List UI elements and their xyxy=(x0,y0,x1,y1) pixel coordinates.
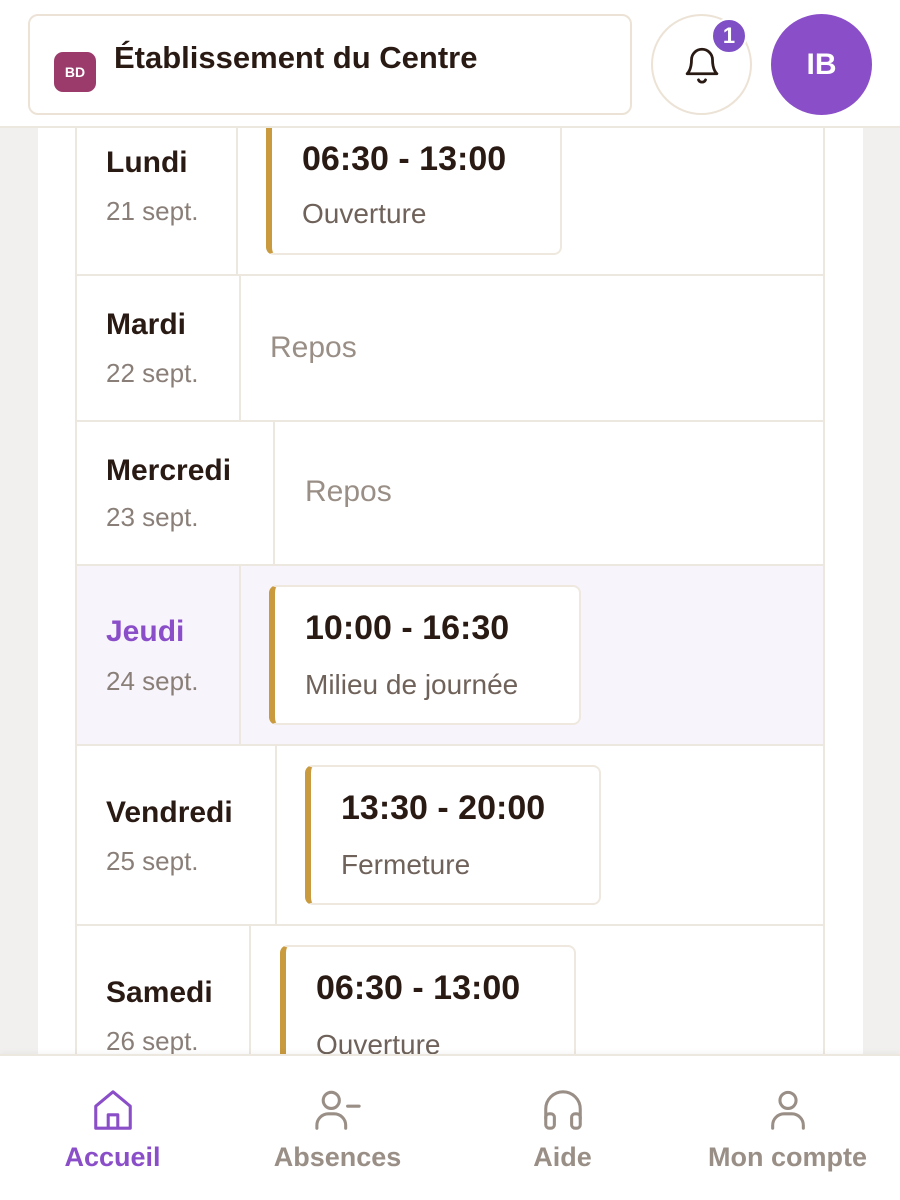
day-column: Vendredi 25 sept. xyxy=(77,746,277,924)
shift-label: Milieu de journée xyxy=(305,669,519,700)
shift-card[interactable]: 13:30 - 20:00 Fermeture xyxy=(305,765,601,905)
day-date: 25 sept. xyxy=(106,846,199,876)
week-schedule: Lundi 21 sept. 06:30 - 13:00 Ouverture M… xyxy=(75,128,825,1054)
home-icon xyxy=(93,1090,132,1130)
bottom-nav: Accueil Absences Aide Mon compte xyxy=(0,1054,900,1200)
avatar[interactable]: IB xyxy=(771,14,872,115)
day-row: Samedi 26 sept. 06:30 - 13:00 Ouverture xyxy=(77,926,823,1054)
establishment-selector[interactable]: BD Établissement du Centre xyxy=(28,14,632,115)
shift-label: Fermeture xyxy=(341,849,471,880)
day-row-today: Jeudi 24 sept. 10:00 - 16:30 Milieu de j… xyxy=(77,566,823,746)
day-name: Jeudi xyxy=(106,615,185,648)
day-name: Vendredi xyxy=(106,796,233,829)
shift-label: Ouverture xyxy=(302,198,427,229)
nav-item-absences[interactable]: Absences xyxy=(225,1056,450,1200)
nav-item-mon-compte[interactable]: Mon compte xyxy=(675,1056,900,1200)
nav-label: Accueil xyxy=(64,1142,161,1172)
day-row: Mardi 22 sept. Repos xyxy=(77,276,823,422)
org-badge: BD xyxy=(54,52,96,92)
shift-time: 06:30 - 13:00 xyxy=(316,969,521,1007)
shift-time: 10:00 - 16:30 xyxy=(305,609,510,647)
nav-item-accueil[interactable]: Accueil xyxy=(0,1056,225,1200)
rest-day-label: Repos xyxy=(270,331,357,364)
day-date: 21 sept. xyxy=(106,196,199,226)
shift-card[interactable]: 06:30 - 13:00 Ouverture xyxy=(280,945,576,1054)
day-column: Mercredi 23 sept. xyxy=(77,422,275,564)
day-row: Lundi 21 sept. 06:30 - 13:00 Ouverture xyxy=(77,128,823,276)
day-row: Mercredi 23 sept. Repos xyxy=(77,422,823,566)
day-date: 22 sept. xyxy=(106,358,199,388)
user-minus-icon xyxy=(314,1090,361,1130)
day-name: Mercredi xyxy=(106,454,232,487)
day-row: Vendredi 25 sept. 13:30 - 20:00 Fermetur… xyxy=(77,746,823,926)
headphones-icon xyxy=(543,1090,582,1130)
day-date: 23 sept. xyxy=(106,502,199,532)
day-date: 24 sept. xyxy=(106,666,199,696)
shift-card[interactable]: 06:30 - 13:00 Ouverture xyxy=(266,128,562,255)
nav-label: Absences xyxy=(273,1142,402,1172)
day-name: Lundi xyxy=(106,146,188,179)
shift-time: 06:30 - 13:00 xyxy=(302,140,507,178)
notification-count-badge: 1 xyxy=(711,18,747,54)
nav-label: Mon compte xyxy=(708,1142,867,1172)
rest-day-label: Repos xyxy=(305,475,392,508)
day-column: Jeudi 24 sept. xyxy=(77,566,241,744)
user-icon xyxy=(770,1090,805,1130)
day-column: Samedi 26 sept. xyxy=(77,926,251,1054)
shift-card[interactable]: 10:00 - 16:30 Milieu de journée xyxy=(269,585,581,725)
org-name: Établissement du Centre xyxy=(114,40,478,75)
app: BD Établissement du Centre 1 IB Lundi 21… xyxy=(0,0,900,1200)
nav-item-aide[interactable]: Aide xyxy=(450,1056,675,1200)
day-column: Mardi 22 sept. xyxy=(77,276,241,420)
top-bar: BD Établissement du Centre 1 IB xyxy=(0,0,900,128)
day-date: 26 sept. xyxy=(106,1026,199,1054)
day-column: Lundi 21 sept. xyxy=(77,128,238,274)
nav-label: Aide xyxy=(533,1142,592,1172)
shift-label: Ouverture xyxy=(316,1029,441,1054)
day-name: Samedi xyxy=(106,976,213,1009)
day-name: Mardi xyxy=(106,308,187,341)
shift-time: 13:30 - 20:00 xyxy=(341,789,546,827)
